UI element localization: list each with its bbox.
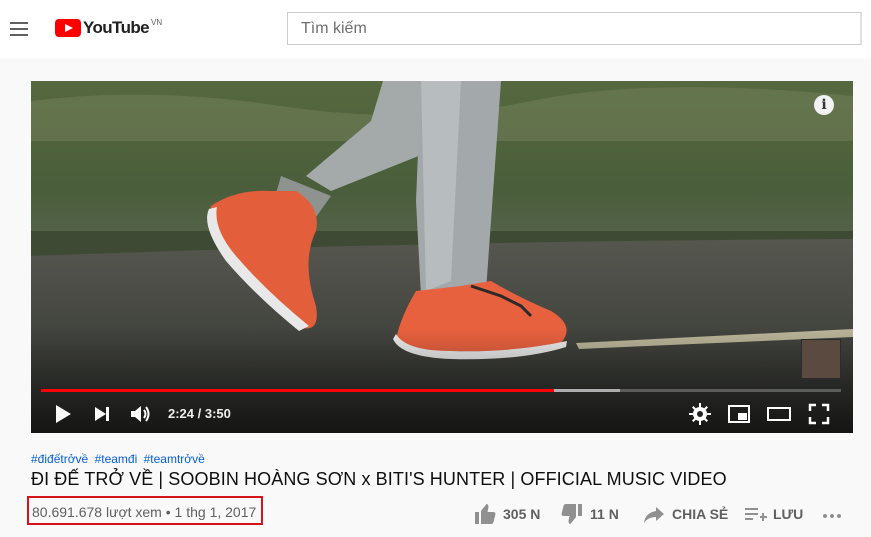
hamburger-menu-icon[interactable] bbox=[10, 22, 28, 36]
dislike-count: 11 N bbox=[590, 506, 619, 522]
logo-text: YouTube bbox=[83, 18, 150, 37]
progress-bar[interactable] bbox=[41, 389, 841, 392]
time-total: 3:50 bbox=[204, 406, 231, 421]
share-label: CHIA SẺ bbox=[672, 506, 729, 522]
logo-country-code: VN bbox=[151, 18, 163, 27]
video-player[interactable]: i 2:24 / 3:50 bbox=[31, 81, 853, 433]
thumbs-up-icon bbox=[475, 504, 496, 524]
play-icon[interactable] bbox=[50, 402, 74, 426]
info-icon[interactable]: i bbox=[814, 95, 834, 115]
masthead: YouTube VN bbox=[0, 0, 871, 58]
time-separator: / bbox=[194, 406, 205, 421]
video-frame bbox=[31, 81, 853, 433]
theater-mode-icon[interactable] bbox=[767, 402, 791, 426]
hashtag-link[interactable]: #teamtrởvề bbox=[144, 452, 205, 466]
share-button[interactable]: CHIA SẺ bbox=[642, 502, 728, 526]
time-current: 2:24 bbox=[168, 406, 195, 421]
view-count-highlight: 80.691.678 lượt xem • 1 thg 1, 2017 bbox=[27, 496, 263, 525]
like-count: 305 N bbox=[503, 506, 541, 522]
channel-watermark[interactable] bbox=[801, 339, 841, 379]
search-input[interactable] bbox=[287, 12, 862, 45]
next-icon[interactable] bbox=[90, 402, 114, 426]
save-button[interactable]: LƯU bbox=[743, 502, 803, 526]
upload-date: 1 thg 1, 2017 bbox=[174, 504, 257, 520]
hashtag-link[interactable]: #teamđi bbox=[95, 452, 138, 466]
time-display: 2:24 / 3:50 bbox=[168, 406, 231, 421]
dislike-button[interactable]: 11 N bbox=[560, 502, 619, 526]
thumbs-down-icon bbox=[561, 504, 582, 524]
gear-icon[interactable] bbox=[688, 402, 712, 426]
youtube-play-icon bbox=[55, 19, 81, 37]
hashtag-link[interactable]: #điđếtrởvề bbox=[31, 452, 88, 466]
playlist-add-icon bbox=[745, 508, 767, 521]
video-title: ĐI ĐẾ TRỞ VỀ | SOOBIN HOÀNG SƠN x BITI'S… bbox=[31, 469, 727, 489]
hashtag-list: #điđếtrởvề #teamđi #teamtrởvề bbox=[31, 452, 208, 466]
view-count: 80.691.678 lượt xem bbox=[32, 504, 162, 520]
volume-icon[interactable] bbox=[128, 402, 152, 426]
played-bar bbox=[41, 389, 555, 392]
info-separator: • bbox=[161, 504, 175, 520]
miniplayer-icon[interactable] bbox=[727, 402, 751, 426]
youtube-logo[interactable]: YouTube VN bbox=[55, 18, 163, 39]
fullscreen-icon[interactable] bbox=[807, 402, 831, 426]
share-arrow-icon bbox=[644, 507, 664, 523]
save-label: LƯU bbox=[773, 506, 804, 522]
more-horizontal-icon bbox=[823, 514, 841, 518]
more-actions-button[interactable] bbox=[820, 502, 850, 526]
player-controls: 2:24 / 3:50 bbox=[31, 396, 853, 432]
like-button[interactable]: 305 N bbox=[473, 502, 540, 526]
